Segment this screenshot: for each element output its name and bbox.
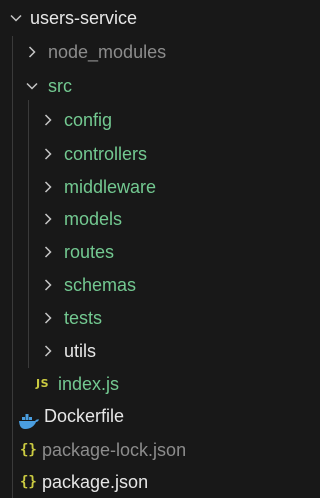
chevron-down-icon: [8, 10, 24, 26]
json-file-icon: {}: [20, 474, 37, 490]
tree-item-label: utils: [64, 341, 97, 361]
tree-item-tests[interactable]: tests: [0, 302, 288, 334]
tree-item-node-modules[interactable]: node_modules: [0, 36, 288, 68]
tree-item-config[interactable]: config: [0, 104, 288, 136]
chevron-down-icon: [24, 78, 40, 94]
tree-item-label: Dockerfile: [44, 406, 125, 426]
tree-item-label: middleware: [64, 177, 157, 197]
tree-item-dockerfile[interactable]: Dockerfile: [0, 400, 288, 432]
tree-item-index-js[interactable]: JS index.js: [0, 368, 288, 400]
json-file-icon: {}: [20, 442, 37, 458]
tree-item-schemas[interactable]: schemas: [0, 269, 288, 301]
docker-whale-icon: [18, 408, 40, 429]
tree-item-middleware[interactable]: middleware: [0, 171, 288, 203]
tree-item-label: tests: [64, 308, 103, 328]
tree-item-package-lock-json[interactable]: {} package-lock.json: [0, 434, 288, 466]
tree-item-controllers[interactable]: controllers: [0, 138, 288, 170]
chevron-right-icon: [24, 44, 40, 60]
chevron-right-icon: [40, 277, 56, 293]
tree-item-label: routes: [64, 242, 115, 262]
tree-item-label: users-service: [30, 8, 138, 28]
tree-item-label: package.json: [42, 472, 149, 492]
tree-item-label: src: [48, 76, 72, 96]
tree-item-label: config: [64, 110, 113, 130]
chevron-right-icon: [40, 112, 56, 128]
tree-item-label: controllers: [64, 144, 148, 164]
tree-item-label: node_modules: [48, 42, 167, 62]
tree-item-src[interactable]: src: [0, 70, 288, 102]
tree-item-label: schemas: [64, 275, 137, 295]
chevron-right-icon: [40, 179, 56, 195]
chevron-right-icon: [40, 211, 56, 227]
tree-item-models[interactable]: models: [0, 203, 288, 235]
javascript-file-icon: JS: [36, 377, 50, 390]
tree-item-utils[interactable]: utils: [0, 335, 288, 367]
tree-item-package-json[interactable]: {} package.json: [0, 466, 288, 498]
chevron-right-icon: [40, 146, 56, 162]
tree-root-users-service[interactable]: users-service: [0, 2, 288, 34]
tree-item-label: package-lock.json: [42, 440, 187, 460]
file-explorer-tree: users-service node_modules src config co…: [0, 0, 288, 498]
chevron-right-icon: [40, 244, 56, 260]
chevron-right-icon: [40, 310, 56, 326]
tree-item-label: models: [64, 209, 123, 229]
tree-item-label: index.js: [58, 374, 120, 394]
chevron-right-icon: [40, 343, 56, 359]
tree-item-routes[interactable]: routes: [0, 236, 288, 268]
